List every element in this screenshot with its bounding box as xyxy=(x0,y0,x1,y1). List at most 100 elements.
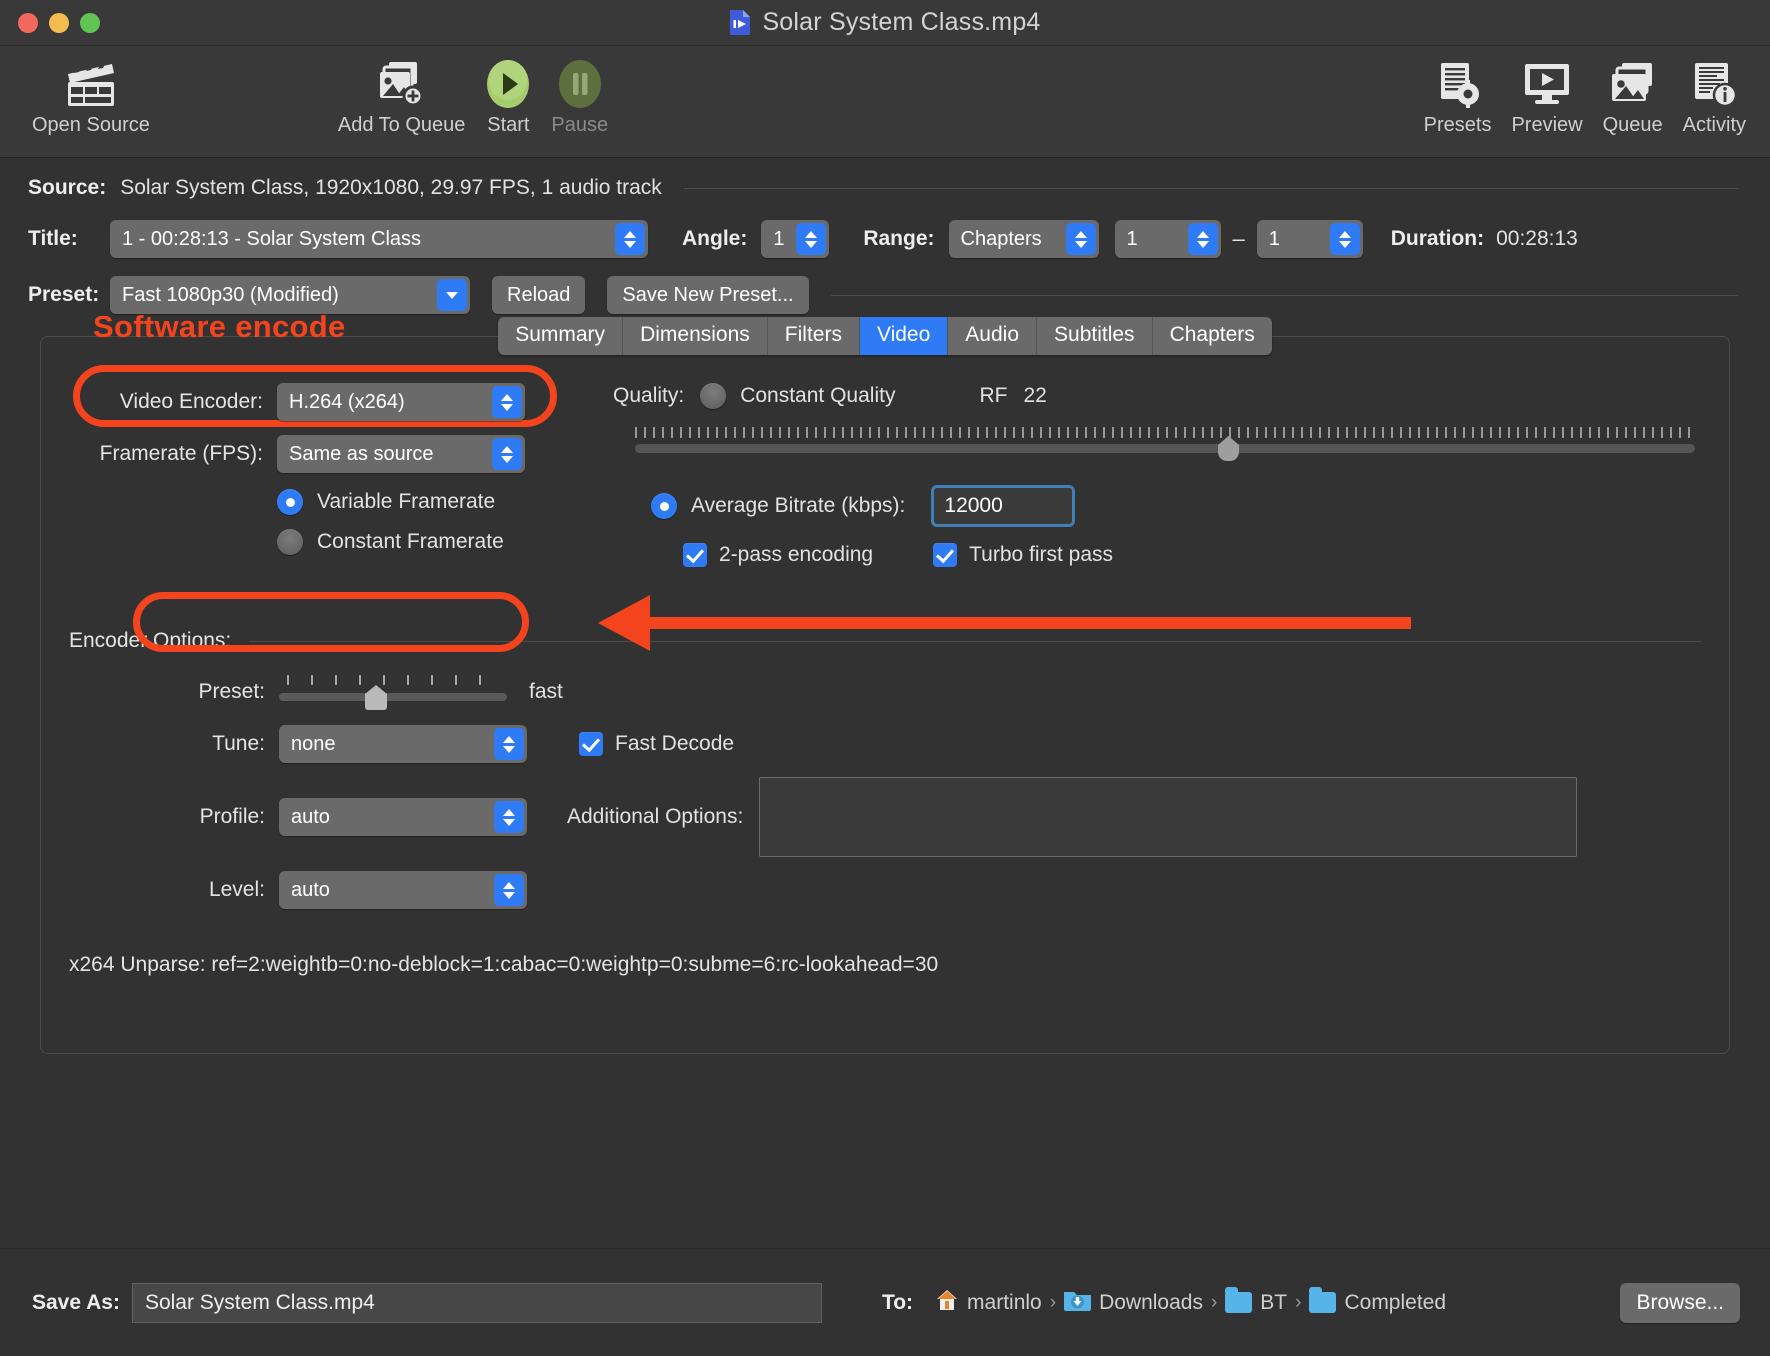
title-select-value: 1 - 00:28:13 - Solar System Class xyxy=(122,228,421,251)
range-dash: – xyxy=(1233,226,1245,252)
handbrake-window: Solar System Class.mp4 xyxy=(0,0,1770,1356)
tab-subtitles[interactable]: Subtitles xyxy=(1037,317,1153,355)
angle-select[interactable]: 1 xyxy=(761,220,829,258)
reload-button[interactable]: Reload xyxy=(492,276,585,314)
quality-label: Quality: xyxy=(613,384,684,408)
framerate-value: Same as source xyxy=(289,443,434,466)
tune-label: Tune: xyxy=(157,732,265,756)
pause-button[interactable]: Pause xyxy=(541,52,618,137)
zoom-button[interactable] xyxy=(80,13,100,33)
settings-panel-wrapper: Summary Dimensions Filters Video Audio S… xyxy=(40,336,1730,1054)
tab-audio[interactable]: Audio xyxy=(948,317,1037,355)
breadcrumb-item-bt[interactable]: BT xyxy=(1225,1291,1287,1315)
save-as-input[interactable]: Solar System Class.mp4 xyxy=(132,1283,822,1323)
constant-framerate-radio[interactable] xyxy=(277,529,303,555)
level-row: Level: auto xyxy=(157,871,1701,909)
variable-framerate-radio[interactable] xyxy=(277,489,303,515)
range-type-stepper[interactable] xyxy=(1066,223,1096,255)
browse-button[interactable]: Browse... xyxy=(1620,1283,1740,1323)
tune-stepper[interactable] xyxy=(494,728,524,760)
range-start-select[interactable]: 1 xyxy=(1115,220,1221,258)
encoder-preset-slider[interactable] xyxy=(279,675,507,709)
tab-video[interactable]: Video xyxy=(860,317,948,355)
preset-select-chevron-down-icon[interactable] xyxy=(437,279,467,311)
turbo-first-pass-checkbox[interactable] xyxy=(933,543,957,567)
range-type-value: Chapters xyxy=(961,228,1042,251)
duration-value: 00:28:13 xyxy=(1496,227,1578,251)
start-button[interactable]: Start xyxy=(475,52,541,137)
video-encoder-row: Video Encoder: H.264 (x264) xyxy=(69,383,569,421)
average-bitrate-label: Average Bitrate (kbps): xyxy=(691,494,905,518)
tab-summary[interactable]: Summary xyxy=(498,317,623,355)
breadcrumb-separator: › xyxy=(1295,1292,1301,1314)
framerate-stepper[interactable] xyxy=(492,438,522,470)
add-to-queue-button[interactable]: Add To Queue xyxy=(328,52,476,137)
save-new-preset-button[interactable]: Save New Preset... xyxy=(607,276,808,314)
video-encoder-stepper[interactable] xyxy=(492,386,522,418)
pause-icon xyxy=(557,56,603,112)
range-end-select[interactable]: 1 xyxy=(1257,220,1363,258)
variable-framerate-radio-row[interactable]: Variable Framerate xyxy=(277,489,569,515)
breadcrumb-item-completed[interactable]: Completed xyxy=(1309,1291,1446,1315)
tune-select[interactable]: none xyxy=(279,725,527,763)
breadcrumb-separator: › xyxy=(1050,1292,1056,1314)
range-type-select[interactable]: Chapters xyxy=(949,220,1099,258)
source-value: Solar System Class, 1920x1080, 29.97 FPS… xyxy=(120,176,662,200)
breadcrumb-item-home[interactable]: martinlo xyxy=(935,1288,1042,1318)
two-pass-checkbox[interactable] xyxy=(683,543,707,567)
constant-quality-radio[interactable] xyxy=(700,383,726,409)
activity-button[interactable]: Activity xyxy=(1673,52,1756,137)
framerate-select[interactable]: Same as source xyxy=(277,435,525,473)
home-icon xyxy=(935,1288,959,1318)
profile-stepper[interactable] xyxy=(494,801,524,833)
queue-button[interactable]: Queue xyxy=(1593,52,1673,137)
profile-select[interactable]: auto xyxy=(279,798,527,836)
encoder-preset-slider-track[interactable] xyxy=(279,693,507,701)
tab-dimensions[interactable]: Dimensions xyxy=(623,317,768,355)
title-select-stepper[interactable] xyxy=(615,223,645,255)
fast-decode-checkbox[interactable] xyxy=(579,732,603,756)
rf-slider-track[interactable] xyxy=(635,444,1695,453)
additional-options-input[interactable] xyxy=(759,777,1577,857)
tab-filters[interactable]: Filters xyxy=(768,317,860,355)
turbo-first-pass-label: Turbo first pass xyxy=(969,543,1113,567)
angle-stepper[interactable] xyxy=(796,223,826,255)
main-toolbar: Open Source xyxy=(0,46,1770,158)
video-encoder-label: Video Encoder: xyxy=(69,390,263,414)
level-stepper[interactable] xyxy=(494,874,524,906)
add-to-queue-label: Add To Queue xyxy=(338,114,466,137)
title-bar: Solar System Class.mp4 xyxy=(0,0,1770,46)
close-button[interactable] xyxy=(18,13,38,33)
preview-button[interactable]: Preview xyxy=(1501,52,1592,137)
tab-chapters[interactable]: Chapters xyxy=(1153,317,1272,355)
monitor-play-icon xyxy=(1522,56,1572,112)
encoder-options-header: Encoder Options: xyxy=(69,629,1701,653)
source-meta-area: Source: Solar System Class, 1920x1080, 2… xyxy=(0,158,1770,314)
video-encoder-select[interactable]: H.264 (x264) xyxy=(277,383,525,421)
pass-options-row: 2-pass encoding Turbo first pass xyxy=(683,543,1701,567)
range-start-stepper[interactable] xyxy=(1188,223,1218,255)
two-pass-label: 2-pass encoding xyxy=(719,543,873,567)
average-bitrate-input[interactable]: 12000 xyxy=(931,485,1075,527)
annotation-arrow-line xyxy=(646,617,1411,629)
average-bitrate-radio[interactable] xyxy=(651,493,677,519)
destination-bar: Save As: Solar System Class.mp4 To: mart… xyxy=(0,1248,1770,1356)
breadcrumb-label-home: martinlo xyxy=(967,1291,1042,1315)
encoder-preset-slider-thumb[interactable] xyxy=(365,685,387,710)
range-end-stepper[interactable] xyxy=(1330,223,1360,255)
presets-button[interactable]: Presets xyxy=(1414,52,1502,137)
rf-quality-slider[interactable] xyxy=(635,427,1695,461)
x264-unparse-text: x264 Unparse: ref=2:weightb=0:no-deblock… xyxy=(69,953,1701,977)
preset-select-value: Fast 1080p30 (Modified) xyxy=(122,284,339,307)
minimize-button[interactable] xyxy=(49,13,69,33)
level-select[interactable]: auto xyxy=(279,871,527,909)
title-select[interactable]: 1 - 00:28:13 - Solar System Class xyxy=(110,220,648,258)
breadcrumb-item-downloads[interactable]: Downloads xyxy=(1064,1288,1203,1318)
open-source-button[interactable]: Open Source xyxy=(22,52,160,137)
breadcrumb-separator: › xyxy=(1211,1292,1217,1314)
rf-slider-thumb[interactable] xyxy=(1218,436,1239,461)
constant-framerate-radio-row[interactable]: Constant Framerate xyxy=(277,529,569,555)
activity-log-icon xyxy=(1690,56,1738,112)
quality-row: Quality: Constant Quality RF 22 xyxy=(613,383,1701,409)
angle-label: Angle: xyxy=(682,227,747,251)
